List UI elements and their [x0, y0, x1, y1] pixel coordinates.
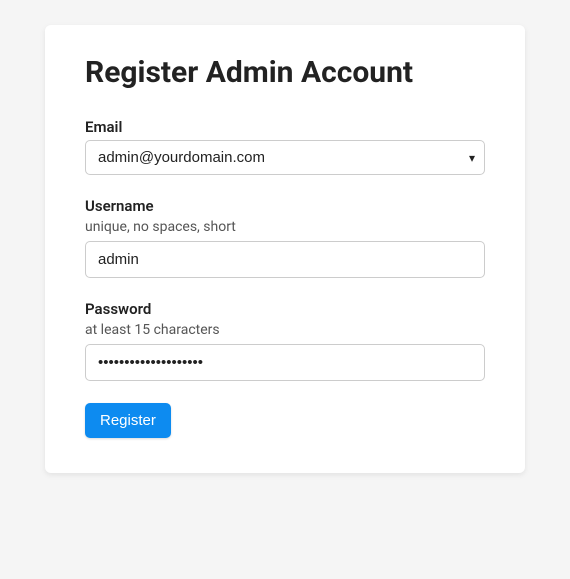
password-group: Password at least 15 characters: [85, 300, 485, 381]
email-label: Email: [85, 118, 485, 136]
register-button[interactable]: Register: [85, 403, 171, 438]
email-select-wrap: admin@yourdomain.com ▾: [85, 140, 485, 175]
username-group: Username unique, no spaces, short: [85, 197, 485, 278]
email-select[interactable]: admin@yourdomain.com: [85, 140, 485, 175]
register-card: Register Admin Account Email admin@yourd…: [45, 25, 525, 473]
password-label: Password: [85, 300, 485, 318]
username-hint: unique, no spaces, short: [85, 219, 485, 235]
email-group: Email admin@yourdomain.com ▾: [85, 118, 485, 175]
page-title: Register Admin Account: [85, 55, 485, 90]
password-hint: at least 15 characters: [85, 322, 485, 338]
username-input[interactable]: [85, 241, 485, 278]
password-input[interactable]: [85, 344, 485, 381]
username-label: Username: [85, 197, 485, 215]
